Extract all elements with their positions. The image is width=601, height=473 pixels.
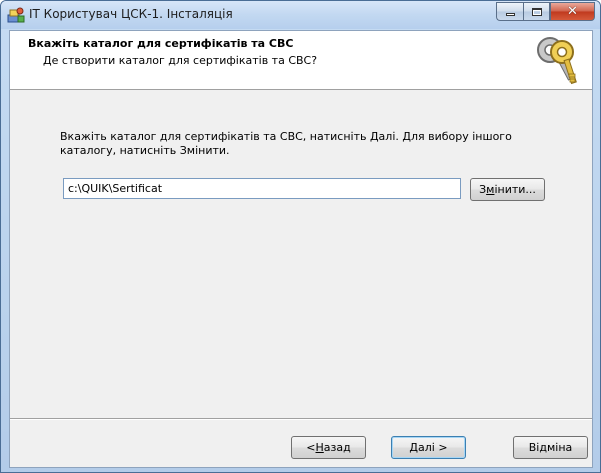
cancel-button[interactable]: Відміна [513, 436, 588, 459]
back-label-pre: < [306, 441, 316, 454]
minimize-button[interactable] [496, 2, 523, 21]
change-label-pre: З [479, 183, 487, 196]
installer-app-icon [7, 7, 25, 23]
window-title: ІТ Користувач ЦСК-1. Інсталяція [29, 7, 233, 21]
maximize-button[interactable] [523, 2, 550, 21]
directory-path-input[interactable] [63, 178, 461, 199]
minimize-icon [505, 13, 515, 16]
back-button[interactable]: < Назад [291, 436, 366, 459]
installer-window: ІТ Користувач ЦСК-1. Інсталяція ✕ Вкажіт… [0, 0, 601, 473]
next-label-post: алі > [418, 441, 448, 454]
close-button[interactable]: ✕ [550, 2, 595, 21]
caption-buttons: ✕ [496, 2, 595, 22]
change-label-post: інити... [494, 183, 536, 196]
maximize-icon [531, 7, 542, 16]
header-subtitle: Де створити каталог для сертифікатів та … [43, 54, 318, 67]
close-icon: ✕ [567, 4, 578, 19]
wizard-header: Вкажіть каталог для сертифікатів та СВС … [10, 31, 592, 90]
dialog-client-area: Вкажіть каталог для сертифікатів та СВС … [9, 30, 593, 468]
back-label-post: азад [323, 441, 351, 454]
header-title: Вкажіть каталог для сертифікатів та СВС [28, 37, 294, 50]
next-label-mnemonic: Д [409, 441, 419, 454]
instruction-text: Вкажіть каталог для сертифікатів та СВС,… [60, 130, 512, 157]
next-button[interactable]: Далі > [391, 436, 466, 459]
footer-separator [10, 418, 592, 420]
change-directory-button[interactable]: Зм інити... [470, 178, 545, 201]
change-label-mnemonic: м [486, 183, 495, 196]
back-label-mnemonic: Н [315, 441, 324, 454]
keys-icon [537, 37, 577, 85]
title-bar[interactable]: ІТ Користувач ЦСК-1. Інсталяція ✕ [1, 1, 600, 29]
